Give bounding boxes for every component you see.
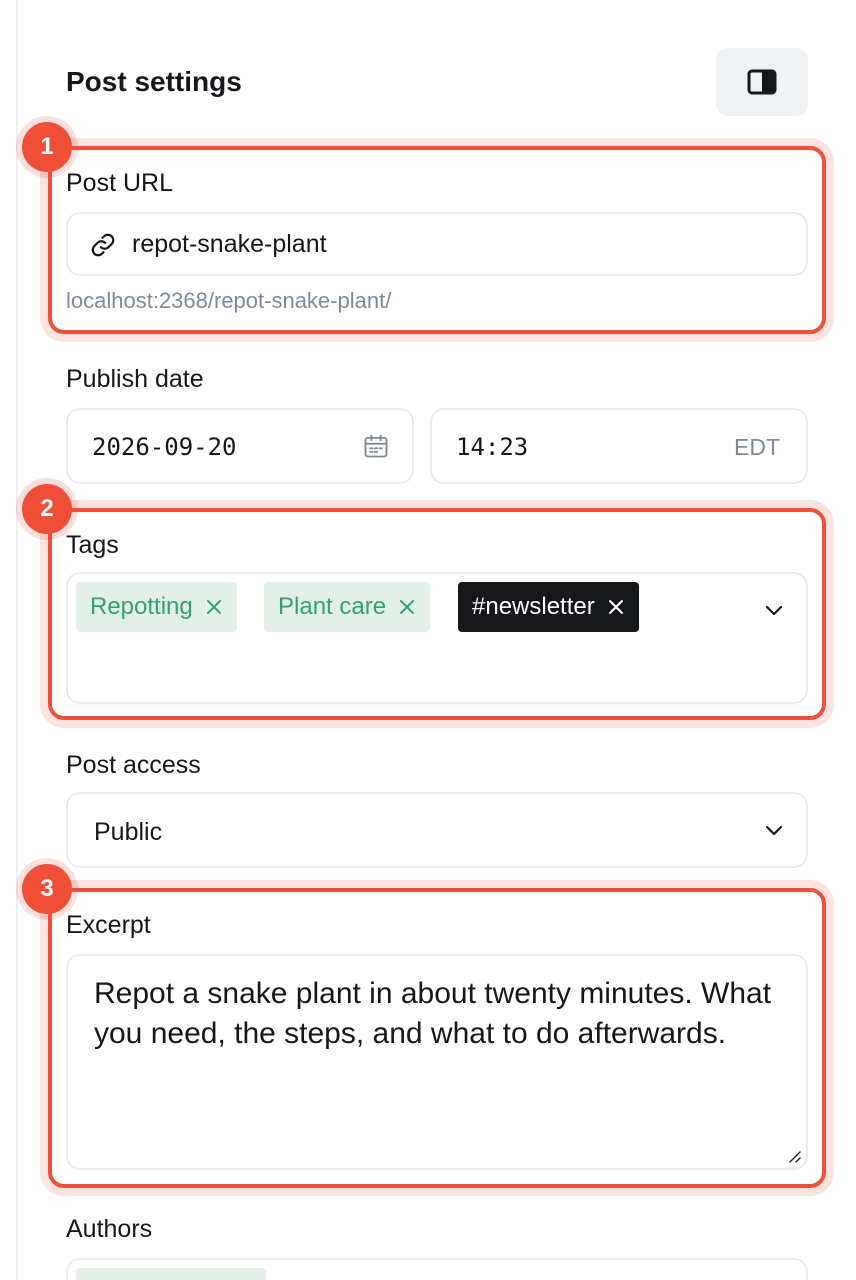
authors-label: Authors (66, 1215, 153, 1243)
publish-time-value: 14:23 (456, 433, 529, 461)
panel-title: Post settings (66, 66, 242, 97)
panel-left-border (16, 0, 18, 1280)
author-chip[interactable] (76, 1268, 266, 1280)
chevron-down-icon (765, 825, 783, 836)
sidebar-toggle-icon (747, 69, 777, 95)
callout-badge-3: 3 (22, 864, 72, 914)
calendar-icon[interactable] (362, 432, 390, 460)
publish-date-label: Publish date (66, 365, 204, 393)
callout-frame-2 (48, 508, 826, 720)
post-access-value: Public (94, 818, 163, 846)
callout-frame-1 (48, 146, 826, 334)
callout-frame-3 (48, 888, 826, 1188)
publish-time-input[interactable]: 14:23 EDT (430, 408, 808, 484)
callout-badge-2: 2 (22, 484, 72, 534)
authors-input[interactable] (66, 1258, 808, 1280)
callout-badge-1: 1 (22, 122, 72, 172)
publish-date-value: 2026-09-20 (92, 433, 237, 461)
post-access-label: Post access (66, 751, 201, 779)
timezone-label: EDT (734, 434, 780, 460)
post-access-select[interactable]: Public (66, 792, 808, 868)
publish-date-input[interactable]: 2026-09-20 (66, 408, 414, 484)
sidebar-toggle-button[interactable] (716, 48, 808, 116)
